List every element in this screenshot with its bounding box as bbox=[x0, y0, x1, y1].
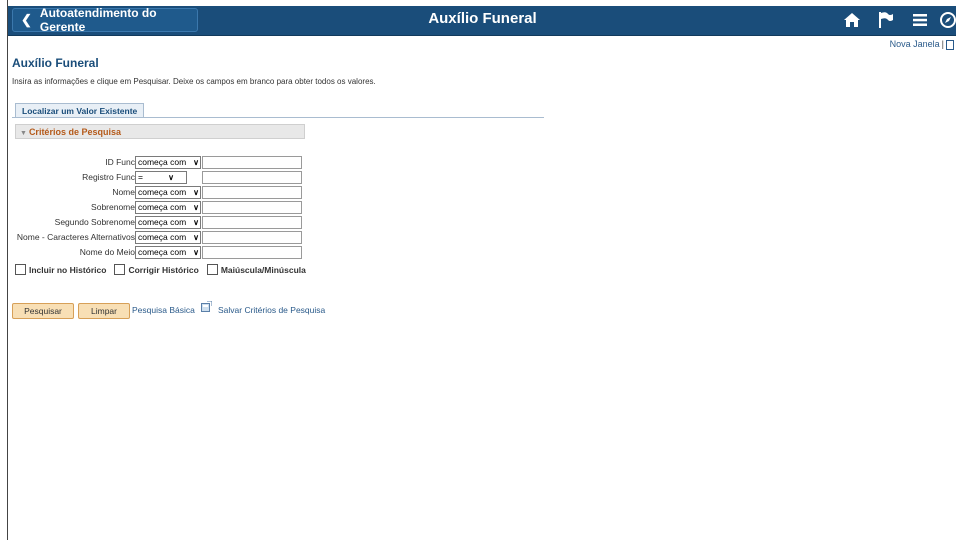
operator-select[interactable]: começa com ∨ bbox=[135, 186, 201, 199]
home-icon[interactable] bbox=[837, 9, 867, 31]
dropdown-arrow-icon: ∨ bbox=[193, 158, 199, 167]
checkbox-box[interactable] bbox=[206, 264, 218, 275]
value-input[interactable] bbox=[202, 246, 302, 259]
operator-select[interactable]: começa com ∨ bbox=[135, 231, 201, 244]
collapse-triangle-icon: ▼ bbox=[20, 130, 27, 137]
dropdown-arrow-icon: ∨ bbox=[193, 203, 199, 212]
value-input[interactable] bbox=[202, 201, 302, 214]
dropdown-arrow-icon: ∨ bbox=[193, 233, 199, 242]
navigator-icon[interactable] bbox=[939, 9, 956, 31]
include-history-checkbox[interactable]: Incluir no Histórico bbox=[15, 264, 106, 275]
field-label: Nome - Caracteres Alternativos bbox=[16, 232, 135, 242]
page-title: Auxílio Funeral bbox=[12, 56, 99, 70]
checkbox-label: Maiúscula/Minúscula bbox=[220, 264, 306, 275]
operator-select[interactable]: = ∨ bbox=[135, 171, 187, 184]
value-input[interactable] bbox=[202, 186, 302, 199]
flag-icon[interactable] bbox=[871, 9, 901, 31]
criteria-title: Critérios de Pesquisa bbox=[28, 127, 121, 137]
value-input[interactable] bbox=[202, 216, 302, 229]
save-criteria-link[interactable]: Salvar Critérios de Pesquisa bbox=[218, 305, 325, 315]
dropdown-arrow-icon: ∨ bbox=[193, 248, 199, 257]
operator-value: = bbox=[138, 172, 143, 182]
checkbox-label: Incluir no Histórico bbox=[29, 264, 107, 275]
back-button[interactable]: ❮ Autoatendimento do Gerente bbox=[12, 6, 198, 34]
search-options: Incluir no Histórico Corrigir Histórico … bbox=[15, 264, 314, 275]
link-separator: | bbox=[941, 39, 944, 49]
page-instructions: Insira as informações e clique em Pesqui… bbox=[12, 77, 376, 86]
field-label: Nome bbox=[112, 187, 135, 197]
new-window-link[interactable]: Nova Janela bbox=[890, 39, 940, 49]
tab-divider bbox=[12, 117, 544, 118]
operator-value: começa com bbox=[138, 217, 187, 227]
tab-find-existing[interactable]: Localizar um Valor Existente bbox=[15, 103, 145, 118]
operator-select[interactable]: começa com ∨ bbox=[135, 216, 201, 229]
checkbox-box[interactable] bbox=[114, 264, 126, 275]
field-label: Sobrenome bbox=[91, 202, 135, 212]
clear-button[interactable]: Limpar bbox=[78, 303, 130, 319]
correct-history-checkbox[interactable]: Corrigir Histórico bbox=[114, 264, 199, 275]
operator-value: começa com bbox=[138, 232, 187, 242]
operator-value: começa com bbox=[138, 247, 187, 257]
criteria-section-header[interactable]: ▼ Critérios de Pesquisa bbox=[15, 124, 305, 139]
menu-icon[interactable] bbox=[905, 9, 935, 31]
value-input[interactable] bbox=[202, 156, 302, 169]
checkbox-box[interactable] bbox=[15, 264, 26, 275]
field-label: Registro Func bbox=[82, 172, 135, 182]
operator-value: começa com bbox=[138, 157, 187, 167]
value-input[interactable] bbox=[202, 231, 302, 244]
operator-select[interactable]: começa com ∨ bbox=[135, 156, 201, 169]
dropdown-arrow-icon: ∨ bbox=[168, 173, 174, 182]
back-button-label: Autoatendimento do Gerente bbox=[39, 6, 157, 34]
field-label: ID Func bbox=[105, 157, 135, 167]
value-input[interactable] bbox=[202, 171, 302, 184]
save-search-icon[interactable] bbox=[201, 301, 212, 312]
case-sensitive-checkbox[interactable]: Maiúscula/Minúscula bbox=[206, 264, 306, 275]
field-label: Nome do Meio bbox=[79, 247, 135, 257]
chevron-left-icon: ❮ bbox=[21, 12, 32, 27]
dropdown-arrow-icon: ∨ bbox=[193, 188, 199, 197]
operator-select[interactable]: começa com ∨ bbox=[135, 201, 201, 214]
basic-search-link[interactable]: Pesquisa Básica bbox=[132, 305, 195, 315]
operator-value: começa com bbox=[138, 202, 187, 212]
operator-select[interactable]: começa com ∨ bbox=[135, 246, 201, 259]
top-banner: Auxílio Funeral ❮ Autoatendimento do Ger… bbox=[8, 6, 956, 36]
search-button[interactable]: Pesquisar bbox=[12, 303, 74, 319]
banner-icons bbox=[833, 9, 956, 31]
help-icon[interactable] bbox=[946, 39, 954, 50]
app-frame: Auxílio Funeral ❮ Autoatendimento do Ger… bbox=[7, 0, 956, 540]
dropdown-arrow-icon: ∨ bbox=[193, 218, 199, 227]
top-links: Nova Janela | bbox=[890, 39, 954, 50]
operator-value: começa com bbox=[138, 187, 187, 197]
field-label: Segundo Sobrenome bbox=[54, 217, 135, 227]
checkbox-label: Corrigir Histórico bbox=[128, 264, 199, 275]
